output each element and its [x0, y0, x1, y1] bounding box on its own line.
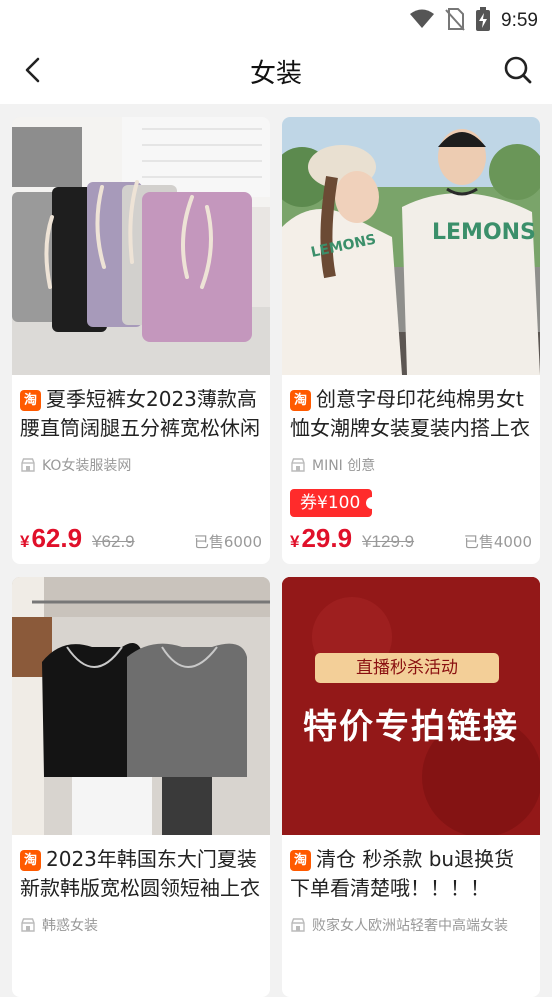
price: ¥62.9 [20, 523, 83, 553]
product-title: 淘 2023年韩国东大门夏装新款韩版宽松圆领短袖上衣 [20, 847, 260, 900]
top-nav-bar: 女装 [0, 38, 552, 104]
product-title: 淘夏季短裤女2023薄款高腰直筒阔腿五分裤宽松休闲 [20, 387, 260, 440]
product-card[interactable]: 直播秒杀活动 特价专拍链接 淘清仓 秒杀款 bu退换货下单看清楚哦！！！！ 败家… [282, 577, 540, 997]
product-card[interactable]: 淘 2023年韩国东大门夏装新款韩版宽松圆领短袖上衣 韩惑女装 [12, 577, 270, 997]
wifi-icon [409, 8, 435, 34]
taobao-badge: 淘 [20, 850, 41, 871]
search-button[interactable] [502, 54, 534, 86]
shop-icon [21, 458, 35, 472]
shop-name-row[interactable]: KO女装服装网 [20, 455, 262, 475]
product-card[interactable]: 淘夏季短裤女2023薄款高腰直筒阔腿五分裤宽松休闲 KO女装服装网 ¥62.9 … [12, 117, 270, 564]
search-icon [504, 56, 532, 84]
shop-icon [291, 458, 305, 472]
product-title: 淘清仓 秒杀款 bu退换货下单看清楚哦！！！！ [290, 847, 515, 900]
product-image[interactable]: LEMONS LEMONS [282, 117, 540, 375]
banner-headline: 特价专拍链接 [303, 707, 519, 747]
shop-name: 败家女人欧洲站轻奢中高端女装 [312, 918, 508, 934]
shop-icon [21, 918, 35, 932]
price-row: ¥29.9 ¥129.9 已售4000 [290, 523, 532, 554]
shop-name: KO女装服装网 [42, 458, 132, 474]
status-bar: 9:59 [0, 0, 552, 38]
price: ¥29.9 [290, 523, 353, 553]
product-image[interactable] [12, 117, 270, 375]
promo-banner-image[interactable]: 直播秒杀活动 特价专拍链接 [282, 577, 540, 835]
shop-name-row[interactable]: MINI 创意 [290, 455, 532, 475]
shop-name: MINI 创意 [312, 458, 376, 474]
battery-charging-icon [475, 6, 491, 36]
shop-name-row[interactable]: 韩惑女装 [20, 915, 262, 935]
taobao-badge: 淘 [290, 390, 311, 411]
product-grid: 淘夏季短裤女2023薄款高腰直筒阔腿五分裤宽松休闲 KO女装服装网 ¥62.9 … [0, 104, 552, 997]
status-time: 9:59 [501, 10, 538, 31]
product-title: 淘创意字母印花纯棉男女t恤女潮牌女装夏装内搭上衣 [290, 387, 530, 440]
sold-count: 已售6000 [193, 533, 262, 551]
original-price: ¥129.9 [362, 532, 415, 551]
no-sim-icon [445, 7, 465, 35]
product-image[interactable] [12, 577, 270, 835]
coupon-badge[interactable]: 券¥100 [290, 489, 379, 517]
taobao-badge: 淘 [20, 390, 41, 411]
shop-icon [291, 918, 305, 932]
sold-count: 已售4000 [463, 533, 532, 551]
page-title: 女装 [249, 59, 302, 89]
svg-text:LEMONS: LEMONS [432, 220, 536, 245]
price-row: ¥62.9 ¥62.9 已售6000 [20, 523, 262, 554]
original-price: ¥62.9 [92, 532, 135, 551]
shop-name: 韩惑女装 [42, 918, 98, 934]
shop-name-row[interactable]: 败家女人欧洲站轻奢中高端女装 [290, 915, 532, 935]
product-card[interactable]: LEMONS LEMONS 淘创意字母印花纯棉男女t恤女潮牌女装夏装内搭上衣 M… [282, 117, 540, 564]
banner-tag: 直播秒杀活动 [356, 658, 458, 678]
taobao-badge: 淘 [290, 850, 311, 871]
